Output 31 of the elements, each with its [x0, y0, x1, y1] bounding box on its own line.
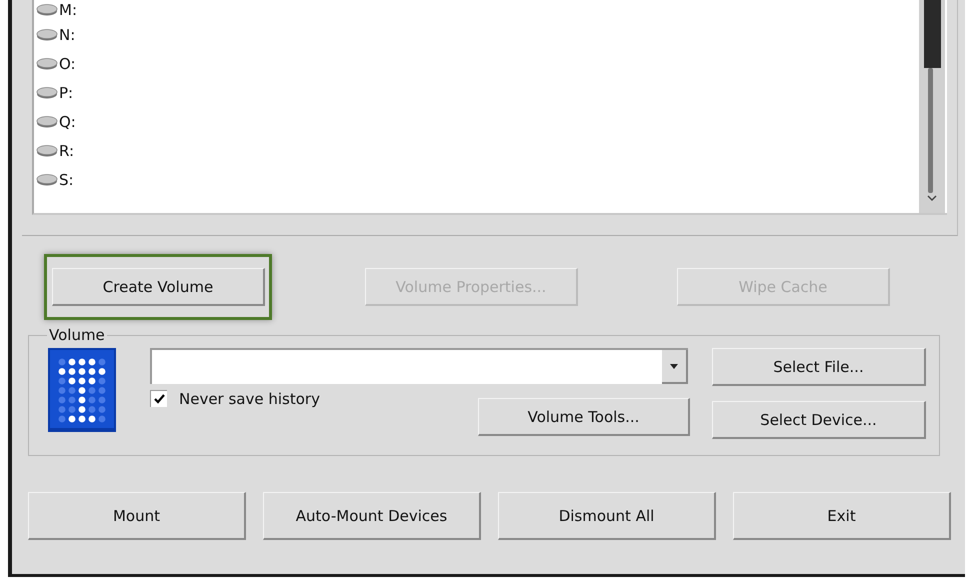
group-legend: Volume [47, 326, 107, 344]
dropdown-button[interactable] [662, 350, 688, 384]
checkbox[interactable] [150, 390, 167, 407]
bottom-button[interactable]: Auto-Mount Devices [263, 492, 481, 540]
drive-letter[interactable]: N: [59, 26, 76, 44]
drive-icon [36, 174, 58, 186]
volume-icon [48, 348, 116, 432]
bottom-button[interactable]: Mount [28, 492, 246, 540]
volume-tools-button[interactable]: Volume Tools... [478, 398, 690, 436]
drive-letter[interactable]: Q: [59, 112, 76, 130]
bottom-button[interactable]: Dismount All [498, 492, 716, 540]
drive-icon [36, 86, 58, 98]
drive-icon [36, 28, 58, 40]
drive-letter[interactable]: S: [59, 170, 74, 188]
action-button[interactable]: Create Volume [52, 268, 265, 306]
checkbox-label: Never save history [179, 390, 320, 408]
drive-icon [36, 144, 58, 156]
drive-icon [36, 116, 58, 128]
drive-icon [36, 58, 58, 70]
drive-letter[interactable]: R: [59, 142, 74, 160]
select-file-button[interactable]: Select File... [712, 348, 926, 386]
scrollbar[interactable] [919, 0, 945, 213]
drive-icon [36, 4, 58, 16]
bottom-button[interactable]: Exit [733, 492, 951, 540]
select-device-button[interactable]: Select Device... [712, 401, 926, 439]
check-icon [154, 394, 164, 404]
drive-letter[interactable]: M: [59, 1, 77, 19]
volume-path-field[interactable] [150, 348, 688, 384]
caret-icon [670, 364, 678, 368]
drive-letter[interactable]: P: [59, 84, 74, 102]
drive-letter[interactable]: O: [59, 54, 76, 72]
